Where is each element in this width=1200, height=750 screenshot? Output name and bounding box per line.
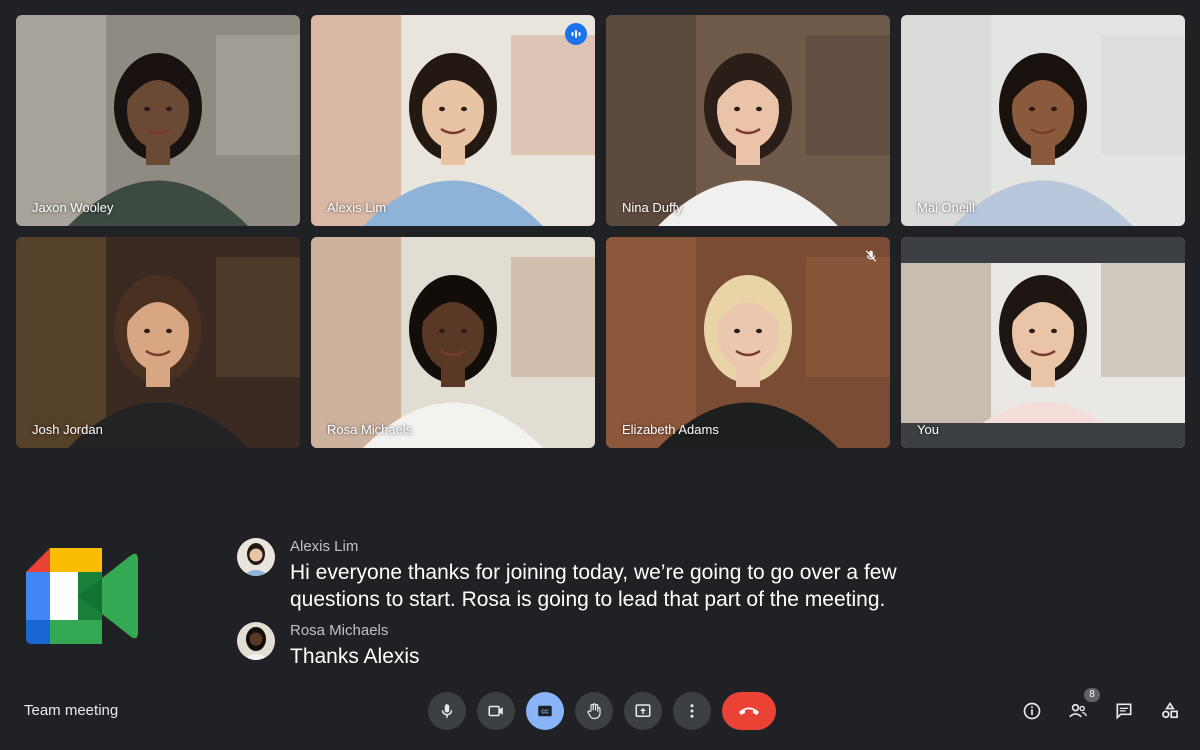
- present-button[interactable]: [624, 692, 662, 730]
- caption-text: Hi everyone thanks for joining today, we…: [290, 561, 897, 611]
- participant-tile[interactable]: Josh Jordan: [16, 237, 300, 448]
- videocam-icon: [488, 705, 503, 717]
- leave-call-button[interactable]: [722, 692, 776, 730]
- participant-name: Alexis Lim: [327, 200, 387, 215]
- info-icon: [1023, 702, 1041, 720]
- participant-name: Elizabeth Adams: [622, 422, 719, 437]
- call-end-icon: [739, 707, 759, 715]
- participant-video: [311, 15, 595, 226]
- captions-button[interactable]: CC: [526, 692, 564, 730]
- chat-icon: [1116, 703, 1132, 720]
- closed-caption-icon: CC: [538, 705, 552, 717]
- raise-hand-button[interactable]: [575, 692, 613, 730]
- mic-icon: [441, 704, 453, 718]
- participant-tile[interactable]: Elizabeth Adams: [606, 237, 890, 448]
- participant-name: Nina Duffy: [622, 200, 683, 215]
- call-controls: CC: [428, 692, 776, 730]
- participant-tile[interactable]: Alexis Lim: [311, 15, 595, 226]
- more-options-button[interactable]: [673, 692, 711, 730]
- avatar: [237, 622, 275, 660]
- participant-video: [901, 237, 1185, 448]
- participant-video: [311, 237, 595, 448]
- chat-button[interactable]: [1112, 694, 1136, 728]
- participant-tile[interactable]: Jaxon Wooley: [16, 15, 300, 226]
- svg-text:CC: CC: [541, 710, 549, 716]
- people-button[interactable]: 8: [1066, 688, 1100, 728]
- avatar: [237, 538, 275, 576]
- activities-button[interactable]: [1158, 694, 1182, 728]
- meet-logo: [26, 548, 138, 644]
- meeting-details-button[interactable]: [1020, 694, 1044, 728]
- participant-video: [16, 15, 300, 226]
- caption-entry: Rosa Michaels Thanks Alexis: [237, 622, 950, 670]
- microphone-button[interactable]: [428, 692, 466, 730]
- people-icon: [1069, 703, 1087, 718]
- participant-name: You: [917, 422, 939, 437]
- participant-tile[interactable]: Rosa Michaels: [311, 237, 595, 448]
- present-screen-icon: [635, 704, 651, 717]
- meeting-actions: 8: [1020, 688, 1182, 728]
- participant-name: Mai Oneill: [917, 200, 975, 215]
- activities-icon: [1162, 701, 1178, 719]
- hand-icon: [587, 703, 601, 720]
- participant-name: Rosa Michaels: [327, 422, 413, 437]
- participant-video: [606, 237, 890, 448]
- participant-tile[interactable]: Nina Duffy: [606, 15, 890, 226]
- participant-count-badge: 8: [1084, 688, 1100, 702]
- participant-grid: Jaxon Wooley Alexis Lim Nina Duffy Mai Onei…: [16, 15, 1185, 448]
- speaking-indicator: [565, 23, 587, 45]
- participant-video: [606, 15, 890, 226]
- participant-video: [901, 15, 1185, 226]
- audio-wave-icon: [571, 30, 581, 38]
- caption-entry: Alexis Lim Hi everyone thanks for joinin…: [237, 538, 950, 613]
- participant-video: [16, 237, 300, 448]
- mic-off-icon: [865, 250, 877, 262]
- more-vert-icon: [690, 704, 694, 718]
- caption-text: Thanks Alexis: [290, 645, 420, 668]
- muted-indicator: [860, 245, 882, 267]
- camera-button[interactable]: [477, 692, 515, 730]
- participant-tile[interactable]: You: [901, 237, 1185, 448]
- caption-speaker: Alexis Lim: [290, 538, 359, 555]
- caption-speaker: Rosa Michaels: [290, 622, 389, 639]
- participant-name: Jaxon Wooley: [32, 200, 114, 215]
- participant-tile[interactable]: Mai Oneill: [901, 15, 1185, 226]
- meeting-title: Team meeting: [24, 702, 119, 719]
- participant-name: Josh Jordan: [32, 422, 103, 437]
